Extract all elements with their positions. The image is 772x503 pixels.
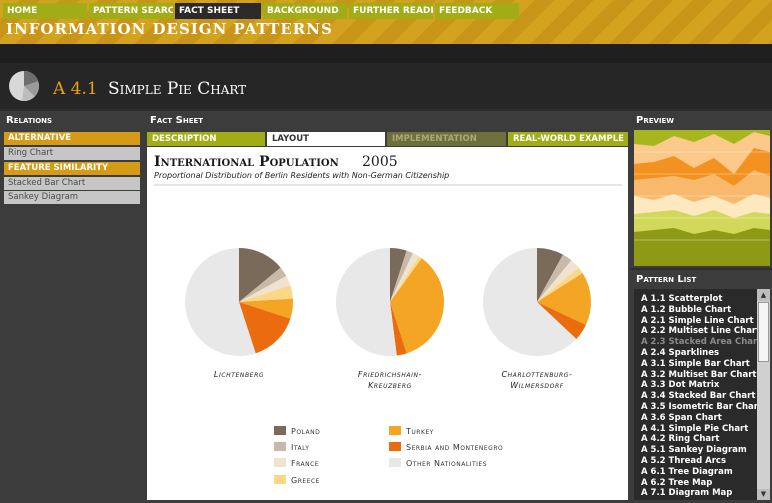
legend-label: Greece xyxy=(291,476,320,485)
pattern-list-item[interactable]: A 6.1 Tree Diagram xyxy=(641,467,733,478)
legend-label: Poland xyxy=(291,427,320,436)
legend-swatch xyxy=(274,458,286,467)
page-title: Simple Pie Chart xyxy=(108,79,247,99)
legend-label: Serbia and Montenegro xyxy=(406,443,503,452)
chart-subtitle: Proportional Distribution of Berlin Resi… xyxy=(154,171,449,180)
pattern-list-item[interactable]: A 2.4 Sparklines xyxy=(641,348,719,359)
pattern-list-item[interactable]: A 6.2 Tree Map xyxy=(641,478,712,489)
relations-header-feature-similarity: Feature Similarity xyxy=(4,162,140,175)
pattern-list-item[interactable]: A 3.6 Span Chart xyxy=(641,413,722,424)
legend-swatch xyxy=(389,442,401,451)
preview-thumbnail[interactable] xyxy=(634,130,770,266)
nav-fact-sheet[interactable]: Fact Sheet xyxy=(175,3,261,19)
pie-chart-figure: International Population 2005 Proportion… xyxy=(154,154,622,485)
nav-feedback[interactable]: Feedback xyxy=(435,3,519,19)
tab-description[interactable]: Description xyxy=(147,132,265,146)
chart-canvas: International Population 2005 Proportion… xyxy=(147,147,628,500)
relations-header-alternative: Alternative xyxy=(4,132,140,145)
pattern-list-item[interactable]: A 3.4 Stacked Bar Chart xyxy=(641,391,755,402)
relation-stacked-bar-chart[interactable]: Stacked Bar Chart xyxy=(4,177,140,190)
pie-label: Friedrichshain- xyxy=(358,370,422,379)
pattern-list-item[interactable]: A 5.2 Thread Arcs xyxy=(641,456,726,467)
relation-ring-chart[interactable]: Ring Chart xyxy=(4,147,140,160)
pie-chart-icon xyxy=(9,71,39,102)
legend-label: Italy xyxy=(291,443,309,452)
legend-label: France xyxy=(291,459,319,468)
pattern-list-item[interactable]: A 4.2 Ring Chart xyxy=(641,434,719,445)
pie-slice xyxy=(335,247,397,356)
pattern-list-item[interactable]: A 1.1 Scatterplot xyxy=(641,294,722,305)
top-navigation xyxy=(0,44,772,63)
scrollbar-thumb[interactable] xyxy=(758,302,769,362)
chart-title: International Population xyxy=(154,154,339,170)
pie-label: Lichtenberg xyxy=(214,370,264,379)
nav-further-reading[interactable]: Further Reading xyxy=(349,3,433,19)
pie-label: Charlottenburg- xyxy=(501,370,572,379)
pie-label: Kreuzberg xyxy=(368,381,412,390)
tab-layout[interactable]: Layout xyxy=(267,132,385,146)
pattern-list-item[interactable]: A 4.1 Simple Pie Chart xyxy=(641,424,748,435)
pattern-list-item[interactable]: A 2.3 Stacked Area Chart xyxy=(641,337,761,348)
nav-home[interactable]: Home xyxy=(3,3,87,19)
pattern-list-item[interactable]: A 3.3 Dot Matrix xyxy=(641,380,719,391)
pattern-list-item[interactable]: A 5.1 Sankey Diagram xyxy=(641,445,747,456)
tab-real-world-example[interactable]: Real-World Example xyxy=(508,132,628,146)
chart-title-year: 2005 xyxy=(362,154,398,170)
legend-swatch xyxy=(389,426,401,435)
relation-sankey-diagram[interactable]: Sankey Diagram xyxy=(4,191,140,204)
scroll-down-icon[interactable]: ▼ xyxy=(757,489,770,500)
fact-sheet-heading: Fact Sheet xyxy=(150,115,204,126)
scroll-up-icon[interactable]: ▲ xyxy=(757,289,770,301)
pattern-list-item[interactable]: A 7.1 Diagram Map xyxy=(641,488,732,499)
pattern-list-item[interactable]: A 2.2 Multiset Line Chart xyxy=(641,326,760,337)
legend-swatch xyxy=(274,442,286,451)
nav-pattern-search[interactable]: Pattern Search xyxy=(89,3,173,19)
relations-heading: Relations xyxy=(6,115,53,126)
legend-swatch xyxy=(274,475,286,484)
legend-swatch xyxy=(389,458,401,467)
tab-implementation[interactable]: Implementation xyxy=(387,132,506,146)
pattern-list-heading: Pattern List xyxy=(636,274,697,285)
legend-swatch xyxy=(274,426,286,435)
pattern-list-item[interactable]: A 3.5 Isometric Bar Chart xyxy=(641,402,762,413)
site-title[interactable]: Information Design Patterns xyxy=(6,20,333,38)
pattern-list-item[interactable]: A 2.1 Simple Line Chart xyxy=(641,316,754,327)
nav-background[interactable]: Background xyxy=(263,3,347,19)
app-window: Information Design Patterns Home Pattern… xyxy=(0,0,772,503)
pattern-list-item[interactable]: A 1.2 Bubble Chart xyxy=(641,305,731,316)
legend-label: Other Nationalities xyxy=(406,459,487,468)
page-code: A 4.1 xyxy=(53,79,98,99)
pattern-list-item[interactable]: A 3.1 Simple Bar Chart xyxy=(641,359,750,370)
legend-label: Turkey xyxy=(405,427,434,436)
preview-heading: Preview xyxy=(636,115,675,126)
pie-label: Wilmersdorf xyxy=(510,381,564,390)
pattern-list-item[interactable]: A 3.2 Multiset Bar Chart xyxy=(641,370,756,381)
